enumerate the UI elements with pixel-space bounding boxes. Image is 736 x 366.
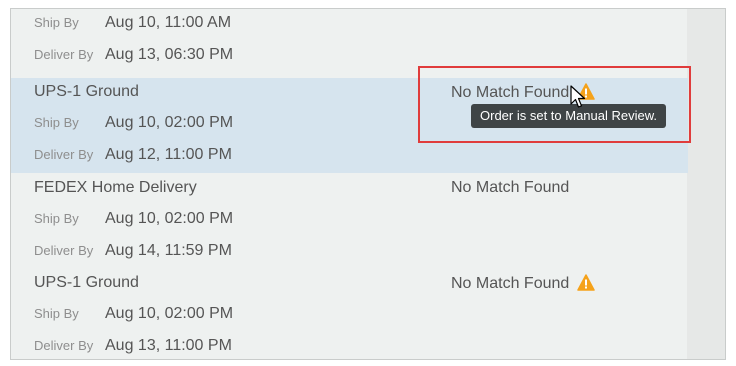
carrier-name: FEDEX Home Delivery	[34, 179, 197, 196]
deliver-by-line: Deliver By Aug 14, 11:59 PM	[34, 242, 232, 262]
ship-by-label: Ship By	[34, 115, 79, 130]
deliver-by-line: Deliver By Aug 13, 11:00 PM	[34, 337, 232, 357]
ship-by-value: Aug 10, 02:00 PM	[105, 114, 234, 131]
deliver-by-line: Deliver By Aug 13, 06:30 PM	[34, 46, 233, 66]
status-cell: No Match Found	[451, 274, 595, 296]
deliver-by-value: Aug 13, 11:00 PM	[105, 337, 232, 354]
carrier-name: UPS-1 Ground	[34, 83, 139, 100]
shipping-options-list: Ship By Aug 10, 11:00 AM Deliver By Aug 13…	[10, 8, 726, 360]
carrier-line: UPS-1 Ground	[34, 83, 139, 103]
deliver-by-line: Deliver By Aug 12, 11:00 PM	[34, 146, 232, 166]
ship-by-label: Ship By	[34, 15, 79, 30]
status-text: No Match Found	[451, 275, 570, 292]
carrier-name: UPS-1 Ground	[34, 274, 139, 291]
ship-by-line: Ship By Aug 10, 11:00 AM	[34, 14, 231, 34]
ship-by-label: Ship By	[34, 211, 79, 226]
deliver-by-value: Aug 14, 11:59 PM	[105, 242, 232, 259]
carrier-line: FEDEX Home Delivery	[34, 179, 197, 199]
ship-by-value: Aug 10, 02:00 PM	[105, 210, 234, 227]
scrollbar-track[interactable]	[687, 9, 725, 359]
deliver-by-label: Deliver By	[34, 338, 94, 353]
deliver-by-label: Deliver By	[34, 243, 94, 258]
shipping-option-row[interactable]: FEDEX Home Delivery No Match Found Ship …	[11, 173, 688, 268]
deliver-by-label: Deliver By	[34, 47, 94, 62]
deliver-by-label: Deliver By	[34, 147, 94, 162]
warning-icon[interactable]	[576, 274, 595, 296]
ship-by-line: Ship By Aug 10, 02:00 PM	[34, 210, 233, 230]
status-text: No Match Found	[451, 179, 570, 196]
deliver-by-value: Aug 13, 06:30 PM	[105, 46, 234, 63]
ship-by-line: Ship By Aug 10, 02:00 PM	[34, 114, 233, 134]
ship-by-line: Ship By Aug 10, 02:00 PM	[34, 305, 233, 325]
ship-by-value: Aug 10, 02:00 PM	[105, 305, 234, 322]
ship-by-value: Aug 10, 11:00 AM	[105, 14, 232, 31]
carrier-line: UPS-1 Ground	[34, 274, 139, 294]
deliver-by-value: Aug 12, 11:00 PM	[105, 146, 232, 163]
highlight-callout-box	[418, 66, 691, 143]
shipping-option-row[interactable]: UPS-1 Ground No Match Found Ship By Aug 1…	[11, 268, 688, 359]
ship-by-label: Ship By	[34, 306, 79, 321]
status-cell: No Match Found	[451, 179, 569, 197]
